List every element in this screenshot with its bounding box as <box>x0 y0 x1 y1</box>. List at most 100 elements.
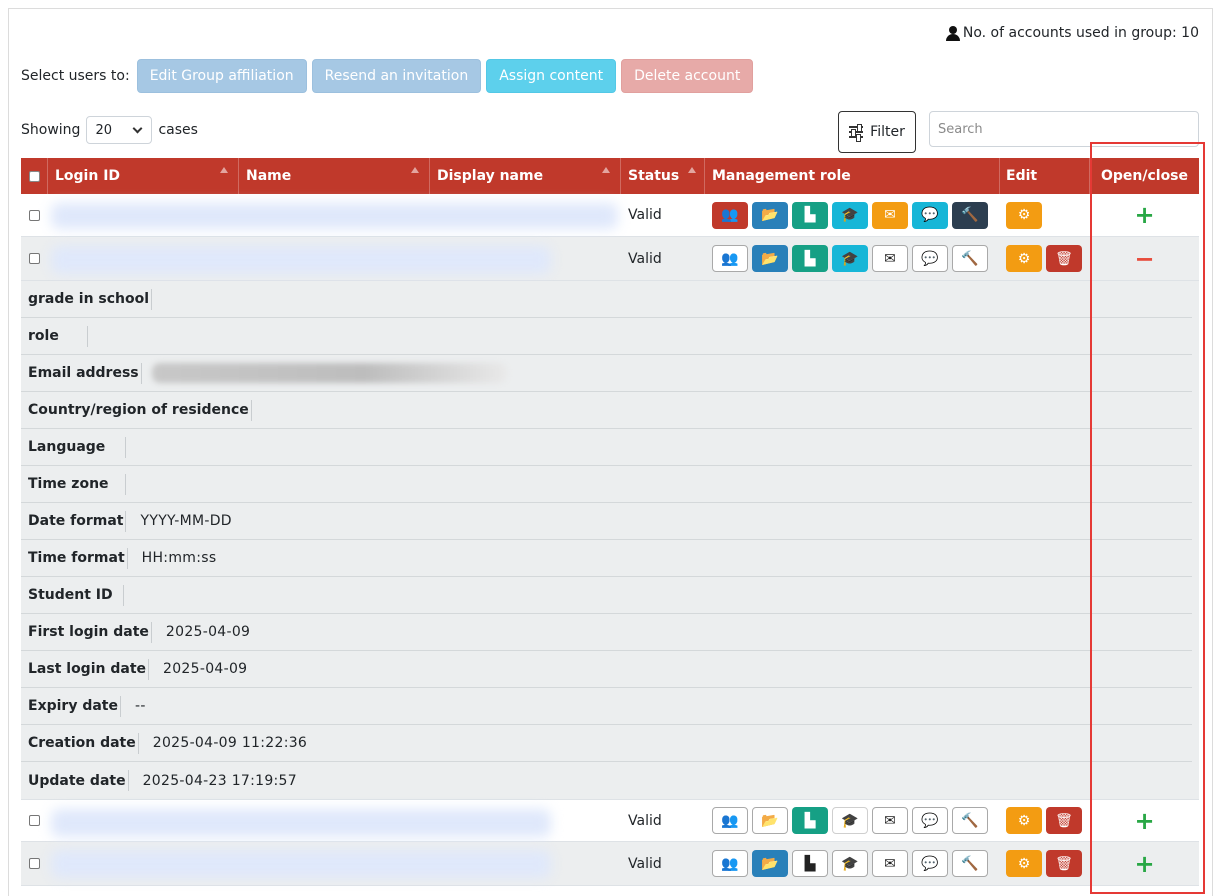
comments-icon[interactable]: 💬 <box>912 201 948 229</box>
filter-button[interactable]: Filter <box>838 111 916 153</box>
chart-icon[interactable]: ▙ <box>792 201 828 229</box>
redacted-user-info <box>51 850 551 878</box>
detail-label: role <box>21 325 88 347</box>
folder-open-icon[interactable]: 📂 <box>752 245 788 272</box>
collapse-row-button[interactable]: − <box>1090 247 1199 271</box>
hammer-icon[interactable]: 🔨 <box>952 245 988 272</box>
chart-icon[interactable]: ▙ <box>792 245 828 272</box>
hammer-icon[interactable]: 🔨 <box>952 807 988 834</box>
col-edit-label: Edit <box>1006 168 1038 184</box>
col-display-name[interactable]: Display name <box>430 158 621 194</box>
envelope-icon[interactable]: ✉ <box>872 245 908 272</box>
comments-icon[interactable]: 💬 <box>912 807 948 834</box>
expand-row-button[interactable]: + <box>1090 809 1199 833</box>
graduation-cap-icon[interactable]: 🎓 <box>832 201 868 229</box>
envelope-icon[interactable]: ✉ <box>872 807 908 834</box>
status-value: Valid <box>628 250 662 267</box>
status-value: Valid <box>628 855 662 872</box>
detail-row: Time zone <box>21 466 1192 503</box>
detail-label: First login date <box>21 621 152 643</box>
open-close-cell: − <box>1090 237 1199 280</box>
assign-content-button[interactable]: Assign content <box>486 59 617 93</box>
folder-open-icon[interactable]: 📂 <box>752 850 788 877</box>
col-management-role-label: Management role <box>712 168 851 184</box>
graduation-cap-icon: 🎓 <box>832 807 868 834</box>
chart-icon[interactable]: ▙ <box>792 850 828 877</box>
page-size-select[interactable]: 20 <box>86 116 153 144</box>
table-row: Valid 👥 📂 ▙ 🎓 ✉ 💬 🔨 ⚙ + <box>21 194 1199 237</box>
detail-value: HH:mm:ss <box>141 550 217 566</box>
comments-icon[interactable]: 💬 <box>912 245 948 272</box>
users-icon[interactable]: 👥 <box>712 201 748 229</box>
detail-row: Language <box>21 429 1192 466</box>
col-login-id[interactable]: Login ID <box>48 158 239 194</box>
detail-value: 2025-04-09 11:22:36 <box>152 735 308 751</box>
detail-row: grade in school <box>21 281 1192 318</box>
detail-value: -- <box>134 698 146 714</box>
row-checkbox[interactable] <box>29 815 40 826</box>
expand-row-button[interactable]: + <box>1090 852 1199 876</box>
status-value: Valid <box>628 207 662 223</box>
envelope-icon[interactable]: ✉ <box>872 201 908 229</box>
trash-icon[interactable]: 🗑 <box>1046 850 1082 877</box>
hammer-icon[interactable]: 🔨 <box>952 850 988 877</box>
col-status-label: Status <box>628 168 680 184</box>
redacted-user-info <box>51 809 551 837</box>
chart-icon[interactable]: ▙ <box>792 807 828 834</box>
graduation-cap-icon[interactable]: 🎓 <box>832 850 868 877</box>
chevron-down-icon <box>132 123 143 133</box>
filter-label: Filter <box>870 124 905 140</box>
management-role-icons: 👥 📂 ▙ 🎓 ✉ 💬 🔨 <box>712 842 992 885</box>
edit-cell: ⚙ <box>1006 194 1046 236</box>
trash-icon[interactable]: 🗑 <box>1046 245 1082 272</box>
comments-icon[interactable]: 💬 <box>912 850 948 877</box>
col-edit: Edit <box>1000 158 1090 194</box>
table-header: Login ID Name Display name Status Manage… <box>21 158 1199 194</box>
users-icon[interactable]: 👥 <box>712 245 748 272</box>
edit-group-affiliation-button[interactable]: Edit Group affiliation <box>136 59 307 93</box>
resend-invitation-button[interactable]: Resend an invitation <box>311 59 482 93</box>
detail-label: grade in school <box>21 288 153 310</box>
accounts-used-text: No. of accounts used in group: 10 <box>962 25 1199 41</box>
open-close-cell: + <box>1090 194 1199 236</box>
expand-row-button[interactable]: + <box>1090 203 1199 227</box>
redacted-user-info <box>51 203 618 229</box>
gear-icon[interactable]: ⚙ <box>1006 201 1042 229</box>
row-checkbox[interactable] <box>29 253 40 264</box>
user-icon <box>945 25 960 41</box>
accounts-used-counter: No. of accounts used in group: 10 <box>945 25 1199 41</box>
table-row-expanded: Valid 👥 📂 ▙ 🎓 ✉ 💬 🔨 ⚙ 🗑 − <box>21 237 1199 281</box>
users-icon[interactable]: 👥 <box>712 850 748 877</box>
trash-icon[interactable]: 🗑 <box>1046 807 1082 834</box>
detail-value: 2025-04-09 <box>165 624 251 640</box>
col-open-close: Open/close <box>1090 158 1199 194</box>
graduation-cap-icon[interactable]: 🎓 <box>832 245 868 272</box>
delete-account-button[interactable]: Delete account <box>621 59 754 93</box>
gear-icon[interactable]: ⚙ <box>1006 245 1042 272</box>
col-management-role: Management role <box>705 158 1000 194</box>
folder-open-icon[interactable]: 📂 <box>752 807 788 834</box>
users-icon[interactable]: 👥 <box>712 807 748 834</box>
search-input[interactable] <box>929 111 1199 147</box>
hammer-icon[interactable]: 🔨 <box>952 201 988 229</box>
row-checkbox[interactable] <box>29 209 40 221</box>
select-users-label: Select users to: <box>21 68 130 84</box>
folder-open-icon[interactable]: 📂 <box>752 201 788 229</box>
sort-icon <box>602 167 610 173</box>
detail-row: role <box>21 318 1192 355</box>
detail-label: Language <box>21 436 127 458</box>
gear-icon[interactable]: ⚙ <box>1006 850 1042 877</box>
detail-label: Last login date <box>21 658 150 680</box>
gear-icon[interactable]: ⚙ <box>1006 807 1042 834</box>
envelope-icon[interactable]: ✉ <box>872 850 908 877</box>
edit-cell: ⚙ 🗑 <box>1006 800 1086 841</box>
row-checkbox[interactable] <box>29 858 40 869</box>
col-status[interactable]: Status <box>621 158 705 194</box>
detail-row: First login date 2025-04-09 <box>21 614 1192 651</box>
col-name[interactable]: Name <box>239 158 430 194</box>
select-all-checkbox[interactable] <box>28 170 40 182</box>
row-select-cell <box>29 800 40 841</box>
sort-icon <box>688 167 696 173</box>
open-close-cell: + <box>1090 800 1199 841</box>
cases-label: cases <box>158 122 198 138</box>
